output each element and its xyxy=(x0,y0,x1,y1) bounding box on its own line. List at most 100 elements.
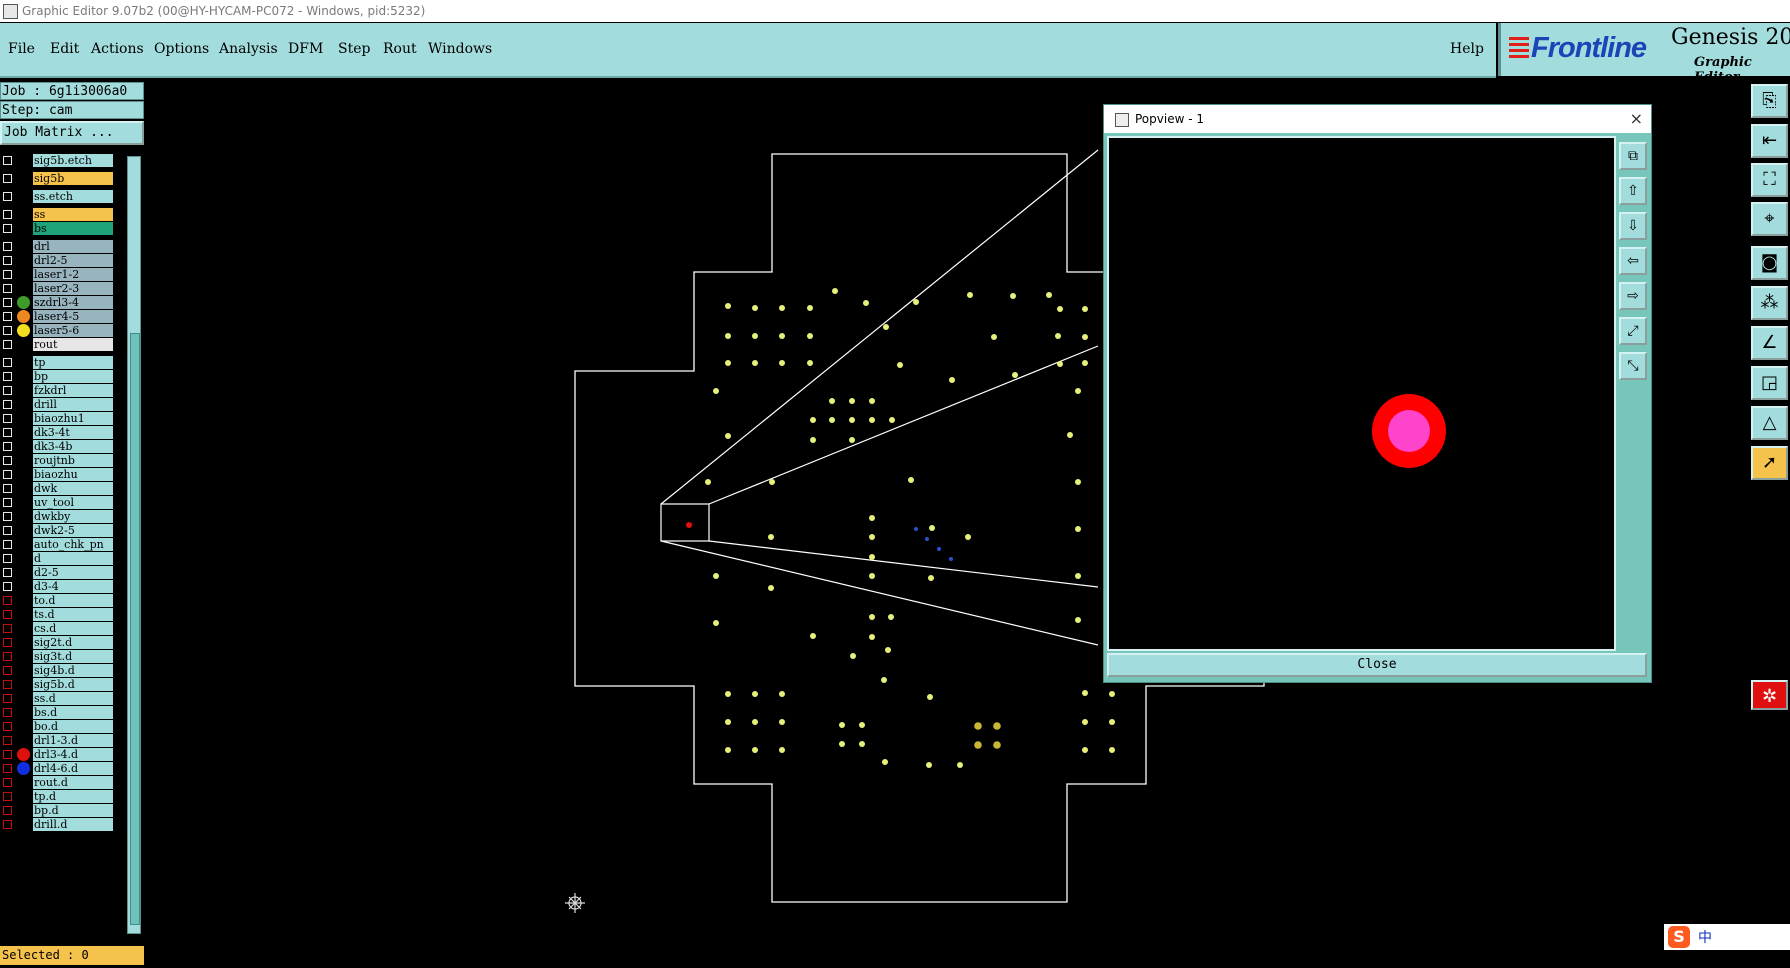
layer-row[interactable]: drill.d xyxy=(0,818,116,831)
layer-checkbox[interactable] xyxy=(3,442,12,451)
layer-name[interactable]: uv_tool xyxy=(33,496,113,509)
layer-name[interactable]: d3-4 xyxy=(33,580,113,593)
layer-checkbox[interactable] xyxy=(3,694,12,703)
popview-zoom-window-icon[interactable]: ⧉ xyxy=(1619,142,1647,170)
layer-row[interactable]: bs.d xyxy=(0,706,116,719)
layer-name[interactable]: bp.d xyxy=(33,804,113,817)
net-icon[interactable]: ⁂ xyxy=(1751,286,1788,320)
layer-row[interactable]: laser5-6 xyxy=(0,324,116,337)
layer-row[interactable]: sig4b.d xyxy=(0,664,116,677)
layer-row[interactable]: d xyxy=(0,552,116,565)
popview-pan-right-icon[interactable]: ⇨ xyxy=(1619,282,1647,310)
layer-name[interactable]: dk3-4t xyxy=(33,426,113,439)
layer-name[interactable]: sig3t.d xyxy=(33,650,113,663)
layer-checkbox[interactable] xyxy=(3,210,12,219)
layer-name[interactable]: laser5-6 xyxy=(33,324,113,337)
layer-checkbox[interactable] xyxy=(3,568,12,577)
layer-row[interactable]: sig5b.d xyxy=(0,678,116,691)
layer-row[interactable]: tp xyxy=(0,356,116,369)
layer-name[interactable]: cs.d xyxy=(33,622,113,635)
layer-name[interactable]: tp.d xyxy=(33,790,113,803)
menu-analysis[interactable]: Analysis xyxy=(219,41,278,57)
layer-row[interactable]: fzkdrl xyxy=(0,384,116,397)
layer-row[interactable]: bp xyxy=(0,370,116,383)
menu-file[interactable]: File xyxy=(8,41,35,57)
layer-checkbox[interactable] xyxy=(3,512,12,521)
layer-row[interactable]: auto_chk_pn xyxy=(0,538,116,551)
zoom-home-icon[interactable]: ⇤ xyxy=(1751,124,1788,158)
popview-zoom-in-icon[interactable]: ⤡ xyxy=(1619,352,1647,380)
highlight-icon[interactable]: ✲ xyxy=(1751,680,1788,710)
layer-checkbox[interactable] xyxy=(3,358,12,367)
layer-name[interactable]: dk3-4b xyxy=(33,440,113,453)
layer-row[interactable]: tp.d xyxy=(0,790,116,803)
layer-name[interactable]: d xyxy=(33,552,113,565)
layer-checkbox[interactable] xyxy=(3,192,12,201)
layer-name[interactable]: drl2-5 xyxy=(33,254,113,267)
layer-name[interactable]: sig5b.etch xyxy=(33,154,113,167)
layer-checkbox[interactable] xyxy=(3,652,12,661)
layer-row[interactable]: szdrl3-4 xyxy=(0,296,116,309)
popview-zoom-out-icon[interactable]: ⤢ xyxy=(1619,317,1647,345)
menu-edit[interactable]: Edit xyxy=(50,41,79,57)
scrollbar-thumb[interactable] xyxy=(130,333,140,925)
layer-checkbox[interactable] xyxy=(3,326,12,335)
job-matrix-button[interactable]: Job Matrix ... xyxy=(0,121,144,145)
layer-name[interactable]: szdrl3-4 xyxy=(33,296,113,309)
layer-row[interactable]: ss xyxy=(0,208,116,221)
menu-rout[interactable]: Rout xyxy=(383,41,417,57)
menu-actions[interactable]: Actions xyxy=(91,41,144,57)
layer-row[interactable]: sig5b.etch xyxy=(0,154,116,167)
layer-checkbox[interactable] xyxy=(3,284,12,293)
layer-checkbox[interactable] xyxy=(3,680,12,689)
layer-row[interactable]: rout.d xyxy=(0,776,116,789)
layer-row[interactable]: laser2-3 xyxy=(0,282,116,295)
layer-row[interactable]: dk3-4t xyxy=(0,426,116,439)
layer-name[interactable]: to.d xyxy=(33,594,113,607)
layer-row[interactable]: sig3t.d xyxy=(0,650,116,663)
popview-pan-left-icon[interactable]: ⇦ xyxy=(1619,247,1647,275)
layer-checkbox[interactable] xyxy=(3,156,12,165)
popview-close-button[interactable]: Close xyxy=(1107,653,1647,677)
layer-checkbox[interactable] xyxy=(3,638,12,647)
layer-row[interactable]: roujtnb xyxy=(0,454,116,467)
menu-windows[interactable]: Windows xyxy=(428,41,492,57)
layer-checkbox[interactable] xyxy=(3,470,12,479)
layer-name[interactable]: dwk2-5 xyxy=(33,524,113,537)
layer-row[interactable]: drl1-3.d xyxy=(0,734,116,747)
menu-dfm[interactable]: DFM xyxy=(288,41,323,57)
snap-mode-icon[interactable]: ◲ xyxy=(1751,366,1788,400)
layer-row[interactable]: drill xyxy=(0,398,116,411)
snap-icon[interactable]: ⌖ xyxy=(1751,202,1788,236)
layer-name[interactable]: ss.d xyxy=(33,692,113,705)
layer-row[interactable]: laser1-2 xyxy=(0,268,116,281)
layer-name[interactable]: rout.d xyxy=(33,776,113,789)
layer-row[interactable]: drl4-6.d xyxy=(0,762,116,775)
layer-row[interactable]: dwk xyxy=(0,482,116,495)
ruler-icon[interactable]: △ xyxy=(1751,406,1788,440)
save-view-icon[interactable]: ⎘ xyxy=(1751,84,1788,118)
layer-row[interactable]: sig5b xyxy=(0,172,116,185)
layer-name[interactable]: tp xyxy=(33,356,113,369)
layer-row[interactable]: dk3-4b xyxy=(0,440,116,453)
layer-checkbox[interactable] xyxy=(3,174,12,183)
layer-name[interactable]: drl3-4.d xyxy=(33,748,113,761)
layer-name[interactable]: auto_chk_pn xyxy=(33,538,113,551)
layer-row[interactable]: ts.d xyxy=(0,608,116,621)
layer-row[interactable]: d3-4 xyxy=(0,580,116,593)
select-pointer-icon[interactable]: ➚ xyxy=(1751,446,1788,480)
layer-checkbox[interactable] xyxy=(3,456,12,465)
layer-row[interactable]: dwkby xyxy=(0,510,116,523)
layer-name[interactable]: biaozhu1 xyxy=(33,412,113,425)
layer-row[interactable]: d2-5 xyxy=(0,566,116,579)
layer-name[interactable]: bs.d xyxy=(33,706,113,719)
layer-checkbox[interactable] xyxy=(3,582,12,591)
feature-info-icon[interactable]: ◙ xyxy=(1751,246,1788,280)
layer-name[interactable]: drl xyxy=(33,240,113,253)
layer-name[interactable]: laser2-3 xyxy=(33,282,113,295)
measure-icon[interactable]: ∠ xyxy=(1751,326,1788,360)
layer-row[interactable]: drl3-4.d xyxy=(0,748,116,761)
layer-name[interactable]: dwkby xyxy=(33,510,113,523)
layer-checkbox[interactable] xyxy=(3,312,12,321)
zoom-fit-icon[interactable]: ⛶ xyxy=(1751,163,1788,197)
